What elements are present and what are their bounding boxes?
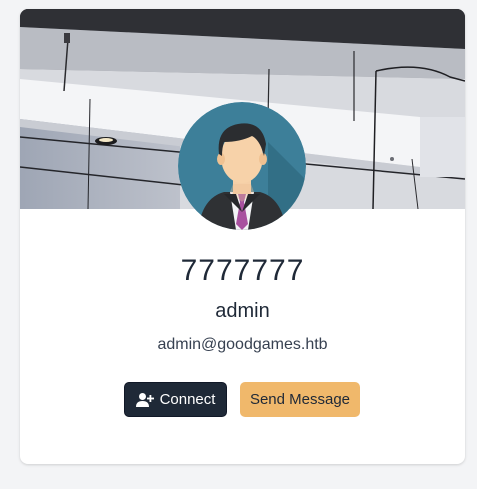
profile-email: admin@goodgames.htb xyxy=(157,336,328,353)
user-plus-icon xyxy=(135,392,154,408)
profile-card: 7777777 admin admin@goodgames.htb Connec… xyxy=(20,9,465,464)
profile-role: admin xyxy=(215,300,270,322)
profile-name: 7777777 xyxy=(180,254,305,287)
send-message-button[interactable]: Send Message xyxy=(240,382,360,417)
user-avatar-icon xyxy=(178,102,306,230)
connect-label: Connect xyxy=(159,391,216,408)
send-message-label: Send Message xyxy=(249,391,351,408)
connect-button[interactable]: Connect xyxy=(124,382,227,417)
